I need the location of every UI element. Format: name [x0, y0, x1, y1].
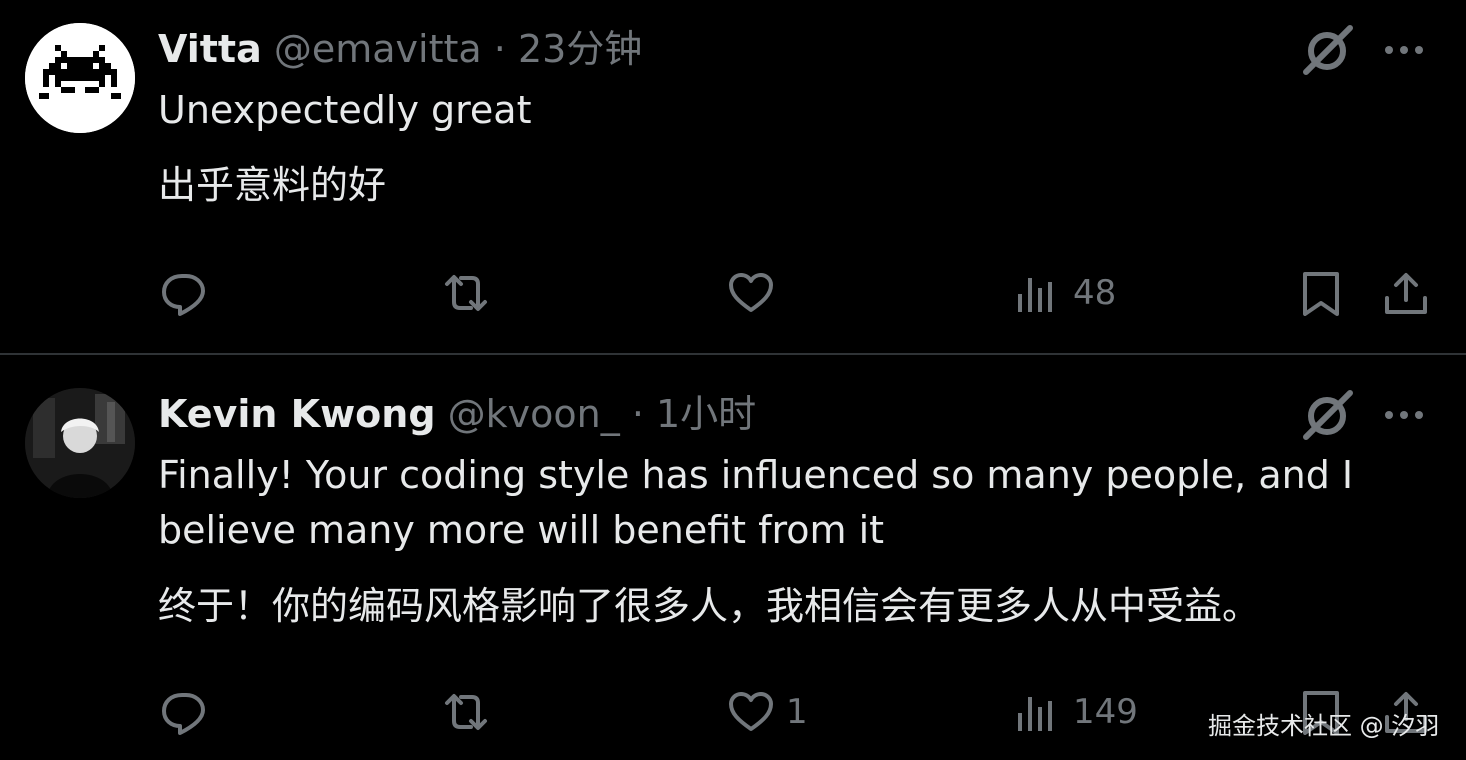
like-button[interactable]: 1: [728, 690, 808, 734]
reply-icon: [162, 274, 205, 316]
author-handle[interactable]: @kvoon_: [448, 392, 620, 436]
reply-button[interactable]: [161, 690, 219, 735]
views-button[interactable]: 48: [1015, 271, 1116, 315]
space-invader-avatar-icon: [25, 23, 135, 133]
tweet-text-chinese: 终于！你的编码风格影响了很多人，我相信会有更多人从中受益。: [158, 584, 1261, 628]
share-button[interactable]: [1383, 271, 1429, 315]
views-count: 149: [1073, 692, 1138, 732]
retweet-button[interactable]: [443, 690, 501, 734]
like-icon: [729, 273, 773, 312]
views-count: 48: [1073, 273, 1117, 313]
tweet-text-chinese: 出乎意料的好: [158, 163, 387, 207]
separator-dot: ·: [631, 392, 644, 436]
bookmark-icon: [1303, 272, 1339, 316]
more-icon: [1385, 46, 1423, 54]
bookmark-button[interactable]: [1298, 271, 1344, 316]
views-icon: [1018, 697, 1052, 731]
grok-icon: [1303, 390, 1353, 440]
tweet[interactable]: Kevin Kwong @kvoon_ · 1小时 Finally! Your …: [0, 355, 1466, 760]
separator-dot: ·: [493, 27, 506, 71]
more-button[interactable]: [1380, 400, 1430, 430]
more-icon: [1385, 411, 1423, 419]
tweet-text-english: Unexpectedly great: [158, 88, 532, 132]
avatar[interactable]: [25, 388, 135, 498]
author-name[interactable]: Vitta: [158, 27, 262, 71]
author-handle[interactable]: @emavitta: [274, 27, 482, 71]
avatar[interactable]: [25, 23, 135, 133]
more-button[interactable]: [1380, 35, 1430, 65]
views-button[interactable]: 149: [1015, 690, 1138, 734]
like-button[interactable]: [728, 271, 786, 315]
retweet-button[interactable]: [443, 271, 501, 315]
grok-icon: [1303, 25, 1353, 75]
retweet-icon: [445, 275, 487, 311]
grok-button[interactable]: [1300, 20, 1358, 78]
like-icon: [729, 692, 773, 731]
tweet-header: Vitta @emavitta · 23分钟: [158, 26, 642, 72]
tweet[interactable]: Vitta @emavitta · 23分钟 Unexpectedly grea…: [0, 0, 1466, 354]
share-icon: [1385, 273, 1427, 314]
reply-icon: [162, 693, 205, 735]
tweet-header: Kevin Kwong @kvoon_ · 1小时: [158, 391, 756, 437]
timestamp[interactable]: 23分钟: [518, 27, 642, 71]
user-photo-avatar-icon: [25, 388, 135, 498]
like-count: 1: [786, 692, 808, 732]
views-icon: [1018, 278, 1052, 312]
tweet-actions: 48: [0, 263, 1466, 323]
retweet-icon: [445, 694, 487, 730]
reply-button[interactable]: [161, 271, 219, 316]
watermark: 掘金技术社区 @ 汐羽: [1208, 712, 1440, 740]
timestamp[interactable]: 1小时: [656, 392, 756, 436]
tweet-text-english: Finally! Your coding style has influence…: [158, 453, 1354, 552]
grok-button[interactable]: [1300, 385, 1358, 443]
author-name[interactable]: Kevin Kwong: [158, 392, 436, 436]
